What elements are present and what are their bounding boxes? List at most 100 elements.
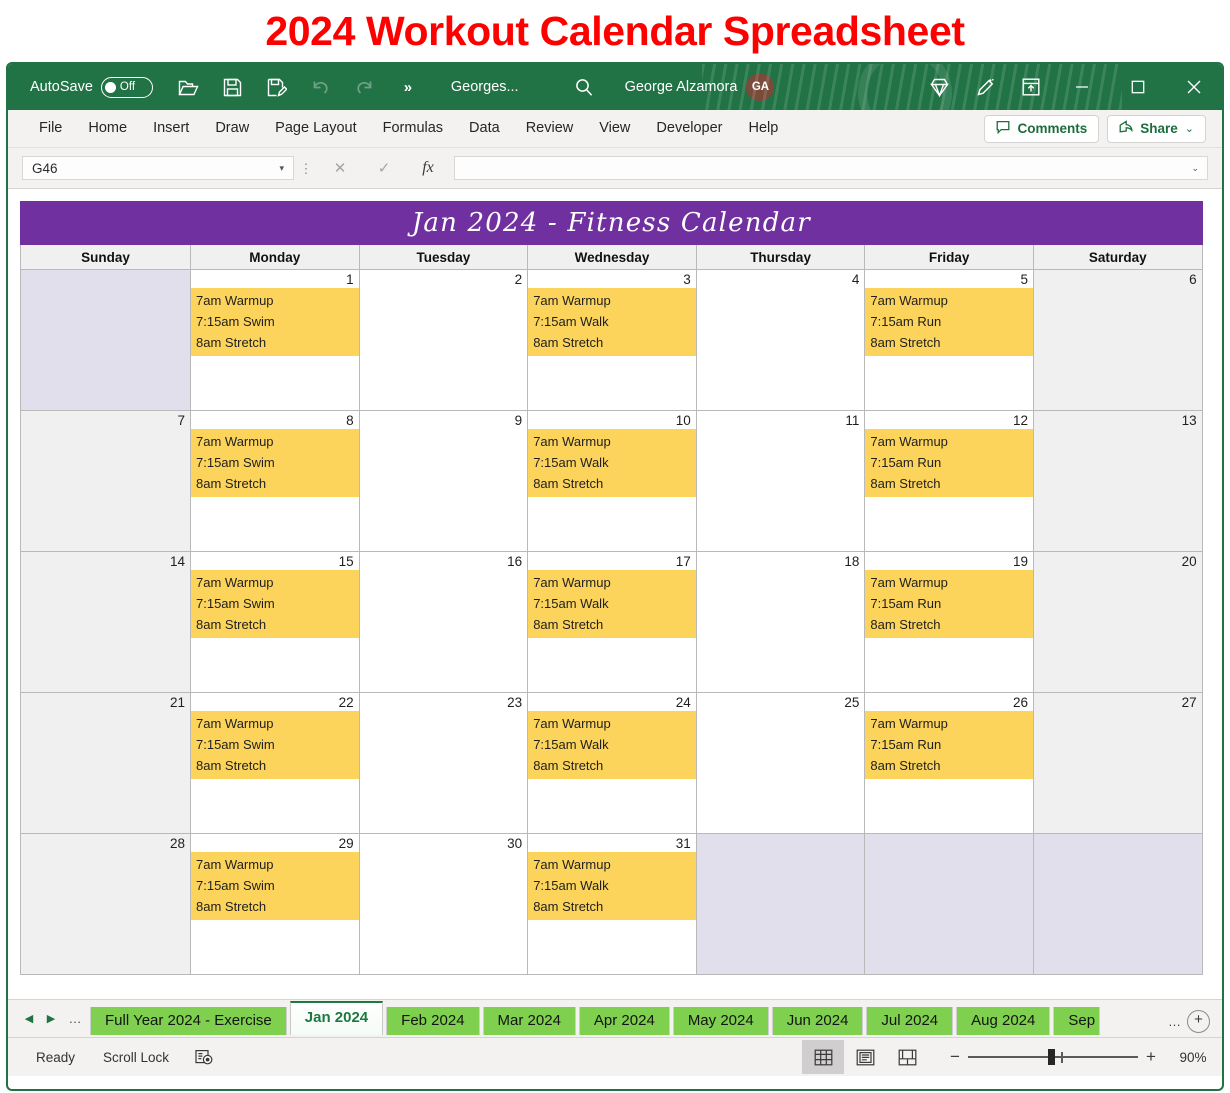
formula-input[interactable]: ⌄ [454, 156, 1208, 180]
workout-block[interactable]: 7am Warmup 7:15am Run 8am Stretch [865, 429, 1033, 497]
workout-block[interactable]: 7am Warmup 7:15am Walk 8am Stretch [528, 570, 696, 638]
sheet-tab[interactable]: Aug 2024 [956, 1007, 1051, 1035]
zoom-slider[interactable] [968, 1047, 1138, 1067]
calendar-day-cell[interactable]: 27 [1032, 692, 1203, 834]
calendar-day-cell[interactable]: 21 [20, 692, 191, 834]
sheet-tab[interactable]: Mar 2024 [482, 1007, 576, 1035]
redo-icon[interactable] [343, 69, 387, 105]
calendar-day-cell[interactable]: 13 [1032, 410, 1203, 552]
ribbon-tab-help[interactable]: Help [736, 110, 792, 147]
workout-block[interactable]: 7am Warmup 7:15am Swim 8am Stretch [191, 288, 359, 356]
calendar-empty-cell[interactable] [695, 833, 866, 975]
calendar-day-cell[interactable]: 22 7am Warmup 7:15am Swim 8am Stretch [190, 692, 360, 834]
calendar-day-cell[interactable]: 9 [358, 410, 529, 552]
calendar-day-cell[interactable]: 17 7am Warmup 7:15am Walk 8am Stretch [527, 551, 697, 693]
sheet-tabs-overflow-icon[interactable]: … [1168, 1014, 1181, 1029]
avatar[interactable]: GA [746, 73, 775, 101]
ribbon-tab-formulas[interactable]: Formulas [370, 110, 456, 147]
calendar-empty-cell[interactable] [864, 833, 1034, 975]
calendar-day-cell[interactable]: 14 [20, 551, 191, 693]
normal-view-icon[interactable] [802, 1040, 844, 1074]
sheet-tab[interactable]: Apr 2024 [578, 1007, 670, 1035]
calendar-empty-cell[interactable] [1032, 833, 1203, 975]
search-icon[interactable] [567, 77, 601, 97]
calendar-day-cell[interactable]: 20 [1032, 551, 1203, 693]
calendar-day-cell[interactable]: 2 [358, 269, 529, 411]
autosave-control[interactable]: AutoSave Off [30, 76, 153, 98]
worksheet-area[interactable]: Jan 2024 - Fitness Calendar Sunday Monda… [8, 189, 1222, 999]
calendar-day-cell[interactable]: 30 [358, 833, 529, 975]
sheet-tab[interactable]: May 2024 [672, 1007, 769, 1035]
chevron-down-icon[interactable]: ⌄ [1185, 122, 1194, 135]
calendar-day-cell[interactable]: 11 [695, 410, 866, 552]
name-box[interactable]: G46 ▾ [22, 156, 294, 180]
share-button[interactable]: Share ⌄ [1107, 114, 1206, 143]
ribbon-tab-review[interactable]: Review [513, 110, 587, 147]
calendar-day-cell[interactable]: 5 7am Warmup 7:15am Run 8am Stretch [864, 269, 1034, 411]
calendar-day-cell[interactable]: 24 7am Warmup 7:15am Walk 8am Stretch [527, 692, 697, 834]
ribbon-tab-file[interactable]: File [26, 110, 75, 147]
sheet-tab[interactable]: Full Year 2024 - Exercise [90, 1007, 287, 1035]
calendar-day-cell[interactable]: 15 7am Warmup 7:15am Swim 8am Stretch [190, 551, 360, 693]
record-macro-icon[interactable] [195, 1049, 213, 1065]
calendar-day-cell[interactable]: 12 7am Warmup 7:15am Run 8am Stretch [864, 410, 1034, 552]
formula-bar-grip[interactable]: ⋮ [294, 162, 318, 175]
calendar-day-cell[interactable]: 23 [358, 692, 529, 834]
page-break-view-icon[interactable] [886, 1040, 928, 1074]
calendar-day-cell[interactable]: 3 7am Warmup 7:15am Walk 8am Stretch [527, 269, 697, 411]
workout-block[interactable]: 7am Warmup 7:15am Run 8am Stretch [865, 711, 1033, 779]
workout-block[interactable]: 7am Warmup 7:15am Run 8am Stretch [865, 570, 1033, 638]
account-control[interactable]: George Alzamora GA [625, 73, 775, 101]
ribbon-tab-page-layout[interactable]: Page Layout [262, 110, 369, 147]
sheet-nav-overflow-icon[interactable]: … [62, 1011, 88, 1026]
ribbon-tab-insert[interactable]: Insert [140, 110, 202, 147]
pen-icon[interactable] [962, 64, 1008, 110]
zoom-level-label[interactable]: 90% [1164, 1050, 1222, 1065]
calendar-day-cell[interactable]: 7 [20, 410, 191, 552]
calendar-day-cell[interactable]: 28 [20, 833, 191, 975]
page-layout-view-icon[interactable] [844, 1040, 886, 1074]
workout-block[interactable]: 7am Warmup 7:15am Swim 8am Stretch [191, 429, 359, 497]
enter-icon[interactable]: ✓ [362, 159, 406, 177]
calendar-day-cell[interactable]: 8 7am Warmup 7:15am Swim 8am Stretch [190, 410, 360, 552]
calendar-day-cell[interactable]: 18 [695, 551, 866, 693]
ribbon-tab-data[interactable]: Data [456, 110, 513, 147]
ribbon-tab-home[interactable]: Home [75, 110, 140, 147]
sheet-tab[interactable]: Jul 2024 [866, 1007, 954, 1035]
sheet-tab[interactable]: Feb 2024 [386, 1007, 480, 1035]
calendar-day-cell[interactable]: 16 [358, 551, 529, 693]
chevron-down-icon[interactable]: ▾ [279, 163, 293, 174]
ribbon-tab-developer[interactable]: Developer [643, 110, 735, 147]
zoom-slider-handle[interactable] [1048, 1049, 1055, 1065]
minimize-icon[interactable] [1054, 64, 1110, 110]
open-icon[interactable] [167, 69, 211, 105]
calendar-day-cell[interactable]: 31 7am Warmup 7:15am Walk 8am Stretch [527, 833, 697, 975]
calendar-day-cell[interactable]: 4 [695, 269, 866, 411]
autosave-toggle[interactable]: Off [100, 76, 153, 98]
workout-block[interactable]: 7am Warmup 7:15am Walk 8am Stretch [528, 852, 696, 920]
workout-block[interactable]: 7am Warmup 7:15am Swim 8am Stretch [191, 711, 359, 779]
workout-block[interactable]: 7am Warmup 7:15am Walk 8am Stretch [528, 429, 696, 497]
chevron-down-icon[interactable]: ⌄ [1191, 163, 1207, 174]
save-icon[interactable] [211, 69, 255, 105]
sheet-tab[interactable]: Sep [1053, 1007, 1101, 1035]
add-sheet-button[interactable]: + [1187, 1010, 1210, 1033]
calendar-day-cell[interactable]: 19 7am Warmup 7:15am Run 8am Stretch [864, 551, 1034, 693]
workout-block[interactable]: 7am Warmup 7:15am Walk 8am Stretch [528, 288, 696, 356]
sheet-nav-next-icon[interactable]: ▶ [40, 1012, 62, 1025]
maximize-icon[interactable] [1110, 64, 1166, 110]
workout-block[interactable]: 7am Warmup 7:15am Walk 8am Stretch [528, 711, 696, 779]
calendar-day-cell[interactable]: 25 [695, 692, 866, 834]
zoom-in-button[interactable]: + [1138, 1047, 1164, 1067]
insert-function-icon[interactable]: fx [406, 159, 450, 177]
undo-icon[interactable] [299, 69, 343, 105]
calendar-empty-cell[interactable] [20, 269, 191, 411]
calendar-day-cell[interactable]: 10 7am Warmup 7:15am Walk 8am Stretch [527, 410, 697, 552]
workout-block[interactable]: 7am Warmup 7:15am Swim 8am Stretch [191, 570, 359, 638]
document-name[interactable]: Georges... [451, 79, 519, 95]
ribbon-tab-draw[interactable]: Draw [202, 110, 262, 147]
calendar-day-cell[interactable]: 29 7am Warmup 7:15am Swim 8am Stretch [190, 833, 360, 975]
save-as-icon[interactable] [255, 69, 299, 105]
sheet-nav-prev-icon[interactable]: ◀ [18, 1012, 40, 1025]
diamond-icon[interactable] [916, 64, 962, 110]
